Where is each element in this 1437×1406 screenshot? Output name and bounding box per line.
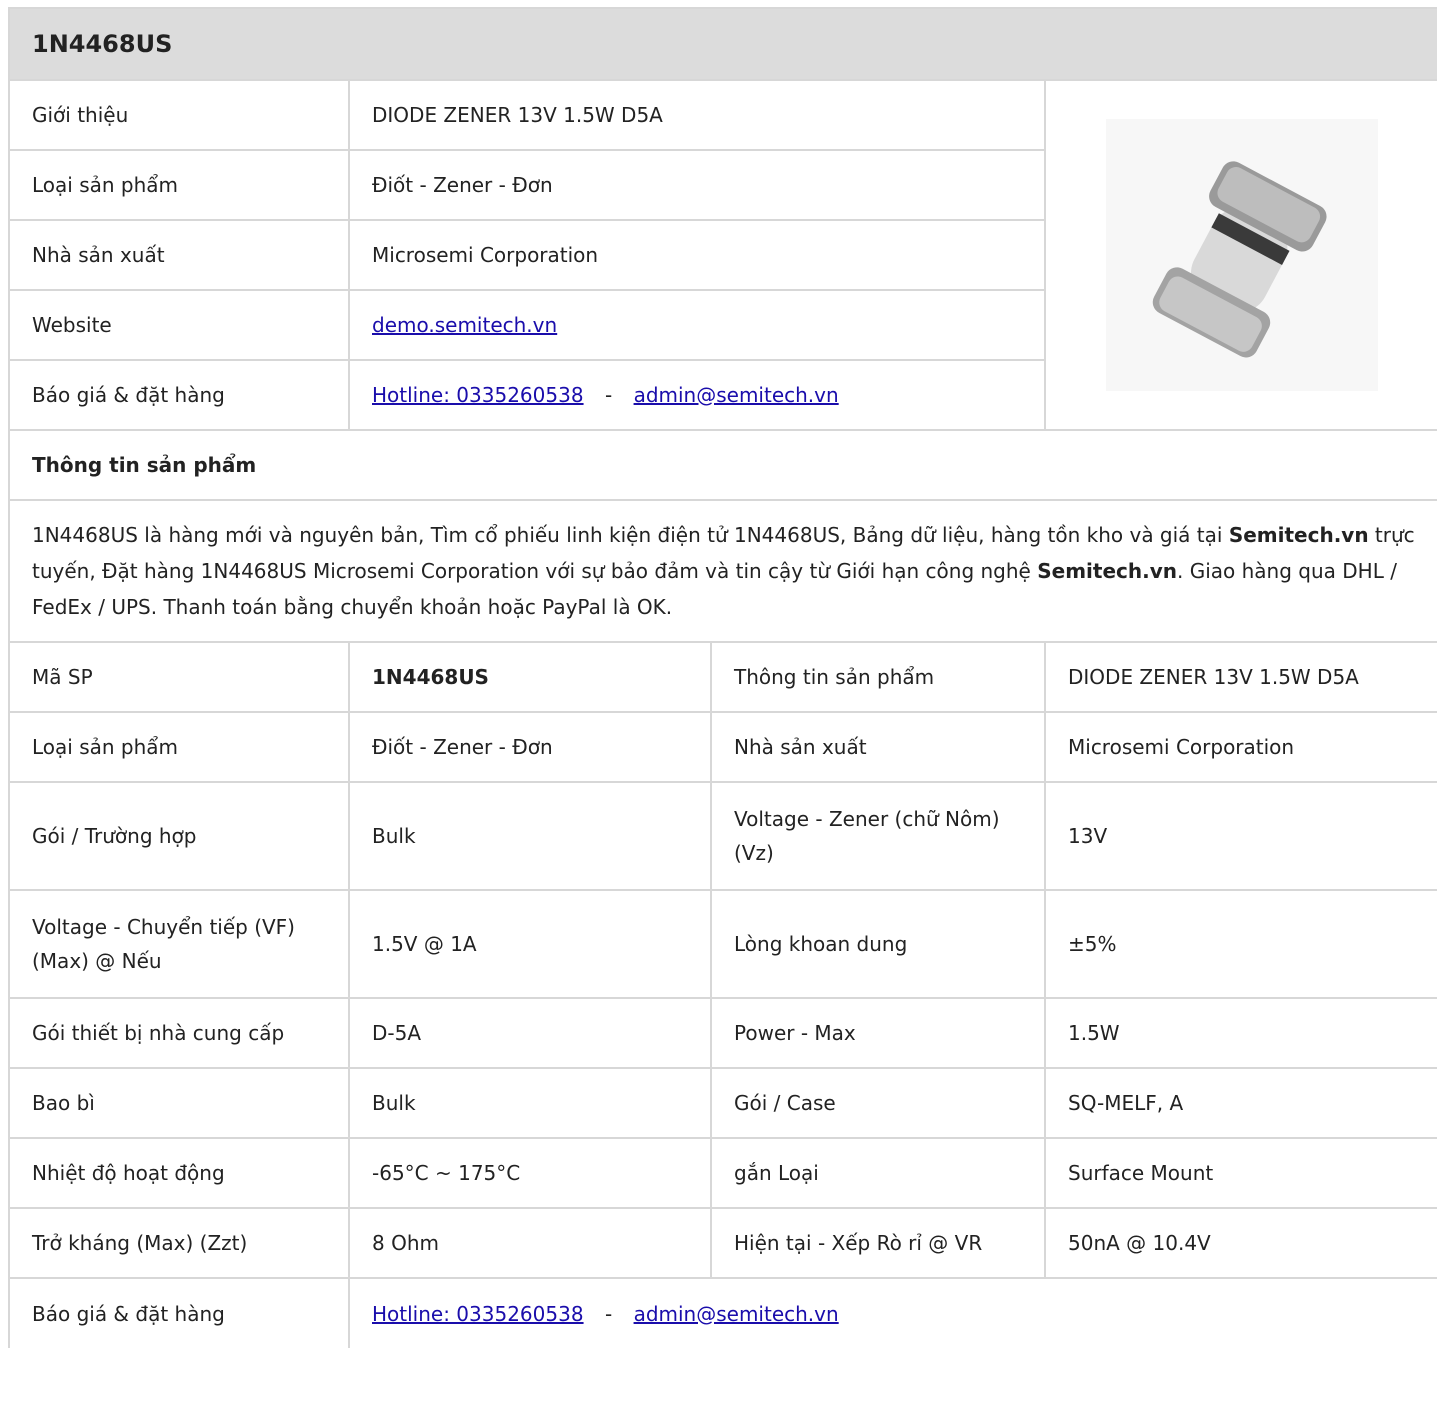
spec-value: Microsemi Corporation	[1043, 711, 1437, 783]
spec-label: Bao bì	[8, 1067, 350, 1139]
description-row: 1N4468US là hàng mới và nguyên bản, Tìm …	[7, 499, 1437, 643]
spec-label: Mã SP	[8, 641, 350, 713]
description: 1N4468US là hàng mới và nguyên bản, Tìm …	[7, 499, 1437, 643]
spec-label: Trở kháng (Max) (Zzt)	[8, 1207, 350, 1279]
spec-label: Gói thiết bị nhà cung cấp	[8, 997, 350, 1069]
info-heading-row: Thông tin sản phẩm	[7, 429, 1437, 501]
separator: -	[604, 1301, 613, 1326]
spec-row: Nhiệt độ hoạt động -65°C ~ 175°C gắn Loạ…	[8, 1137, 1437, 1209]
overview-value: DIODE ZENER 13V 1.5W D5A	[348, 79, 1046, 151]
spec-label: Voltage - Chuyển tiếp (VF) (Max) @ Nếu	[8, 889, 350, 999]
spec-label: Gói / Case	[710, 1067, 1046, 1139]
spec-label: Thông tin sản phẩm	[710, 641, 1046, 713]
product-image[interactable]	[1106, 119, 1379, 391]
info-heading: Thông tin sản phẩm	[7, 429, 1437, 501]
hotline-link[interactable]: Hotline: 0335260538	[372, 1302, 584, 1326]
overview-label: Loại sản phẩm	[8, 149, 350, 221]
spec-row: Gói thiết bị nhà cung cấp D-5A Power - M…	[8, 997, 1437, 1069]
hotline-link[interactable]: Hotline: 0335260538	[372, 383, 584, 407]
spec-value: Điốt - Zener - Đơn	[348, 711, 712, 783]
spec-value: 13V	[1043, 781, 1437, 891]
spec-value: 1.5V @ 1A	[348, 889, 712, 999]
spec-row: Trở kháng (Max) (Zzt) 8 Ohm Hiện tại - X…	[8, 1207, 1437, 1279]
spec-row: Voltage - Chuyển tiếp (VF) (Max) @ Nếu 1…	[8, 889, 1437, 999]
spec-value: Surface Mount	[1043, 1137, 1437, 1209]
spec-value: Bulk	[348, 781, 712, 891]
spec-value: Bulk	[348, 1067, 712, 1139]
overview-label: Báo giá & đặt hàng	[8, 359, 350, 431]
spec-value: 1.5W	[1043, 997, 1437, 1069]
order-label: Báo giá & đặt hàng	[8, 1277, 350, 1348]
spec-label: gắn Loại	[710, 1137, 1046, 1209]
spec-row: Loại sản phẩm Điốt - Zener - Đơn Nhà sản…	[8, 711, 1437, 783]
spec-value: 8 Ohm	[348, 1207, 712, 1279]
spec-label: Nhà sản xuất	[710, 711, 1046, 783]
spec-row: Mã SP 1N4468US Thông tin sản phẩm DIODE …	[8, 641, 1437, 713]
email-link[interactable]: admin@semitech.vn	[634, 1302, 839, 1326]
spec-label: Loại sản phẩm	[8, 711, 350, 783]
product-title: 1N4468US	[7, 7, 1437, 81]
spec-label: Hiện tại - Xếp Rò rỉ @ VR	[710, 1207, 1046, 1279]
spec-value: 50nA @ 10.4V	[1043, 1207, 1437, 1279]
product-image-cell	[1043, 79, 1437, 431]
spec-label: Voltage - Zener (chữ Nôm) (Vz)	[710, 781, 1046, 891]
spec-row: Bao bì Bulk Gói / Case SQ-MELF, A	[8, 1067, 1437, 1139]
overview-label: Nhà sản xuất	[8, 219, 350, 291]
overview-value: Microsemi Corporation	[348, 219, 1046, 291]
brand-name: Semitech.vn	[1228, 523, 1369, 547]
email-link[interactable]: admin@semitech.vn	[634, 383, 839, 407]
overview-value: Điốt - Zener - Đơn	[348, 149, 1046, 221]
spec-label: Lòng khoan dung	[710, 889, 1046, 999]
spec-value: -65°C ~ 175°C	[348, 1137, 712, 1209]
website-link[interactable]: demo.semitech.vn	[372, 313, 557, 337]
spec-label: Power - Max	[710, 997, 1046, 1069]
description-text: 1N4468US là hàng mới và nguyên bản, Tìm …	[32, 523, 1229, 547]
spec-label: Gói / Trường hợp	[8, 781, 350, 891]
order-row: Báo giá & đặt hàng Hotline: 0335260538- a…	[8, 1277, 1437, 1348]
website-cell: demo.semitech.vn	[348, 289, 1046, 361]
overview-label: Website	[8, 289, 350, 361]
contact-cell: Hotline: 0335260538- admin@semitech.vn	[348, 359, 1046, 431]
brand-name: Semitech.vn	[1037, 559, 1177, 583]
spec-value: D-5A	[348, 997, 712, 1069]
spec-value: SQ-MELF, A	[1043, 1067, 1437, 1139]
spec-value: 1N4468US	[348, 641, 712, 713]
title-row: 1N4468US	[7, 7, 1437, 81]
spec-value: ±5%	[1043, 889, 1437, 999]
separator: -	[604, 383, 613, 407]
spec-label: Nhiệt độ hoạt động	[8, 1137, 350, 1209]
order-contact-cell: Hotline: 0335260538- admin@semitech.vn	[347, 1277, 1437, 1348]
overview-label: Giới thiệu	[8, 79, 350, 151]
product-table: 1N4468US Giới thiệu DIODE ZENER 13V 1.5W…	[7, 7, 1437, 1348]
spec-value: DIODE ZENER 13V 1.5W D5A	[1043, 641, 1437, 713]
spec-row: Gói / Trường hợp Bulk Voltage - Zener (c…	[8, 781, 1437, 891]
overview-row: Giới thiệu DIODE ZENER 13V 1.5W D5A	[8, 79, 1437, 431]
